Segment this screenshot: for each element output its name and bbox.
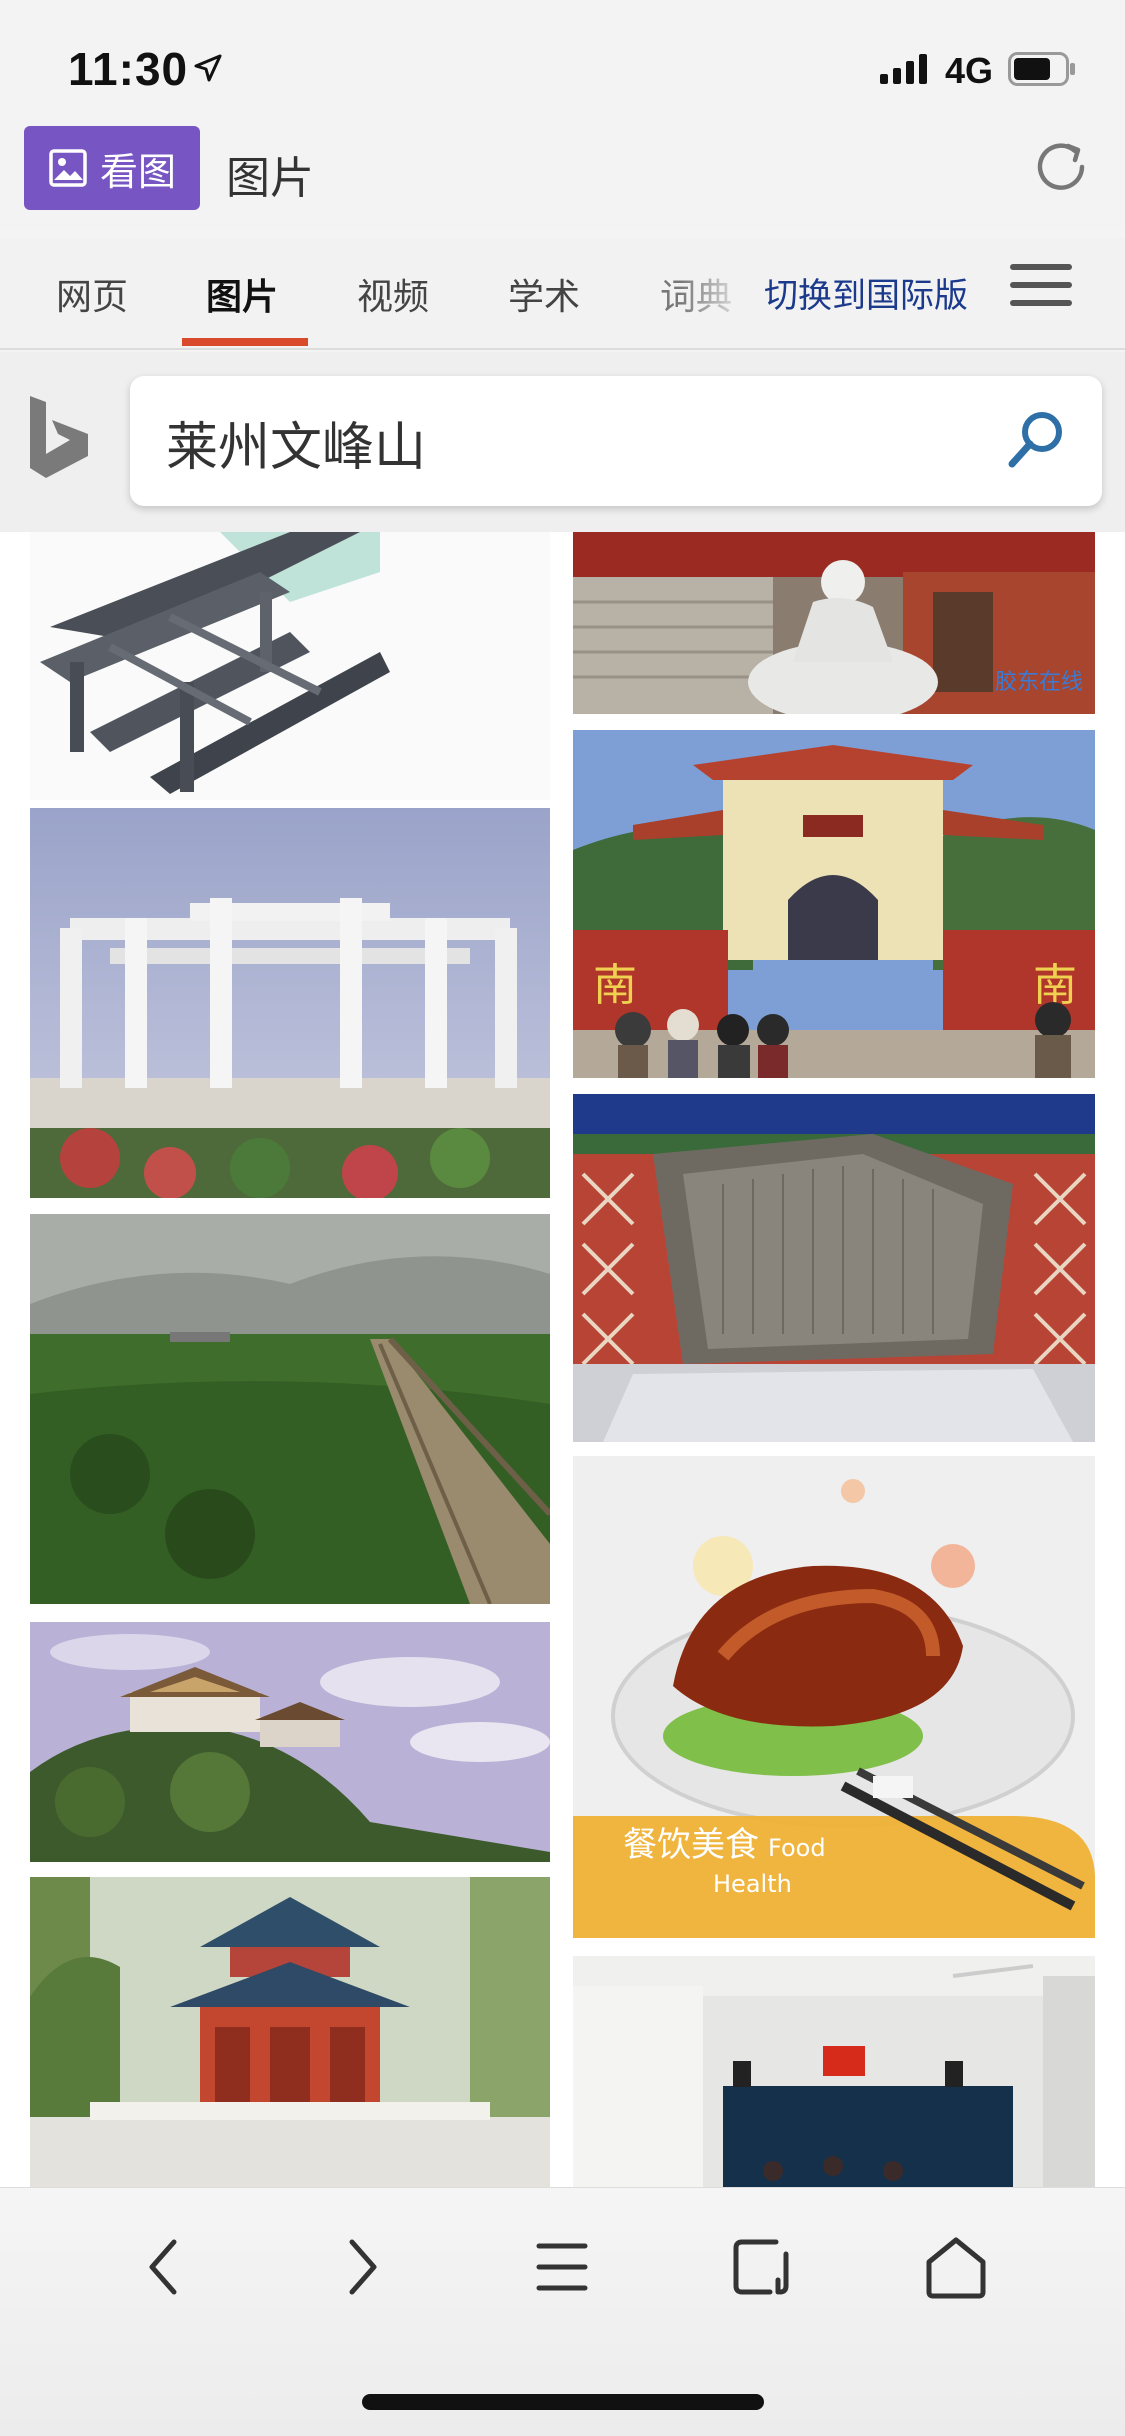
food-health-image: 餐饮美食 Food Health	[573, 1456, 1095, 1938]
tab-academic[interactable]: 学术	[508, 268, 580, 320]
active-tab-indicator	[182, 338, 308, 346]
app-header: 看图 图片	[0, 120, 1125, 230]
classroom-image	[573, 1956, 1095, 2187]
tab-videos[interactable]: 视频	[357, 268, 429, 320]
home-indicator[interactable]	[362, 2394, 764, 2410]
food-caption-en1: Food	[768, 1834, 826, 1862]
hamburger-menu-icon[interactable]	[1010, 260, 1072, 310]
tab-web[interactable]: 网页	[56, 268, 128, 320]
chevron-left-icon[interactable]	[130, 2232, 200, 2302]
bing-logo-icon[interactable]	[28, 394, 90, 480]
food-caption-en2: Health	[713, 1870, 792, 1898]
image-result-red-pagoda[interactable]	[30, 1877, 550, 2187]
image-result-food-health[interactable]: 餐饮美食 Food Health	[573, 1456, 1095, 1938]
signal-icon	[880, 54, 927, 84]
red-pagoda-image	[30, 1877, 550, 2187]
image-result-temple-gate[interactable]: 南 南	[573, 730, 1095, 1078]
image-icon	[49, 149, 87, 187]
hilltop-pavilion-image	[30, 1622, 550, 1862]
search-bar	[0, 352, 1125, 532]
refresh-icon[interactable]	[1032, 138, 1090, 196]
menu-icon[interactable]	[527, 2232, 597, 2302]
kantu-button[interactable]: 看图	[24, 126, 200, 210]
location-arrow-icon	[194, 54, 222, 82]
home-icon[interactable]	[921, 2232, 991, 2302]
status-time: 11:30	[68, 43, 189, 95]
image-result-wetland-boardwalk[interactable]	[30, 1214, 550, 1604]
food-caption-cn: 餐饮美食	[623, 1825, 759, 1865]
image-result-hilltop-pavilion[interactable]	[30, 1622, 550, 1862]
network-type: 4G	[945, 50, 994, 91]
stone-archway-image	[30, 808, 550, 1198]
search-type-tabs: 网页 图片 视频 学术 词典 切换到国际版	[0, 238, 1125, 350]
switch-international-link[interactable]: 切换到国际版	[764, 268, 968, 317]
image-result-machine-frame[interactable]	[30, 532, 550, 800]
statue-watermark: 胶东在线	[994, 670, 1083, 695]
tabs-icon[interactable]	[726, 2232, 796, 2302]
status-bar: 11:30 4G	[0, 0, 1125, 130]
battery-icon	[1008, 52, 1075, 86]
temple-gate-image: 南 南	[573, 730, 1095, 1078]
kantu-label: 看图	[99, 149, 176, 194]
chevron-right-icon[interactable]	[326, 2232, 396, 2302]
search-box[interactable]	[130, 376, 1102, 506]
search-input[interactable]	[166, 402, 986, 482]
image-result-statue[interactable]: 胶东在线	[573, 532, 1095, 714]
image-result-stone-tablet[interactable]	[573, 1094, 1095, 1442]
tab-fade	[680, 258, 750, 328]
search-icon[interactable]	[1000, 406, 1070, 476]
tab-images[interactable]: 图片	[206, 268, 278, 320]
machine-frame-image	[30, 532, 550, 800]
page-title: 图片	[226, 153, 314, 204]
stone-tablet-image	[573, 1094, 1095, 1442]
wetland-boardwalk-image	[30, 1214, 550, 1604]
image-result-classroom[interactable]	[573, 1956, 1095, 2187]
image-result-stone-archway[interactable]	[30, 808, 550, 1198]
image-results-grid: 胶东在线 南 南 餐饮美食 Food Health	[0, 532, 1125, 2187]
gate-sign-left: 南	[593, 960, 637, 1011]
